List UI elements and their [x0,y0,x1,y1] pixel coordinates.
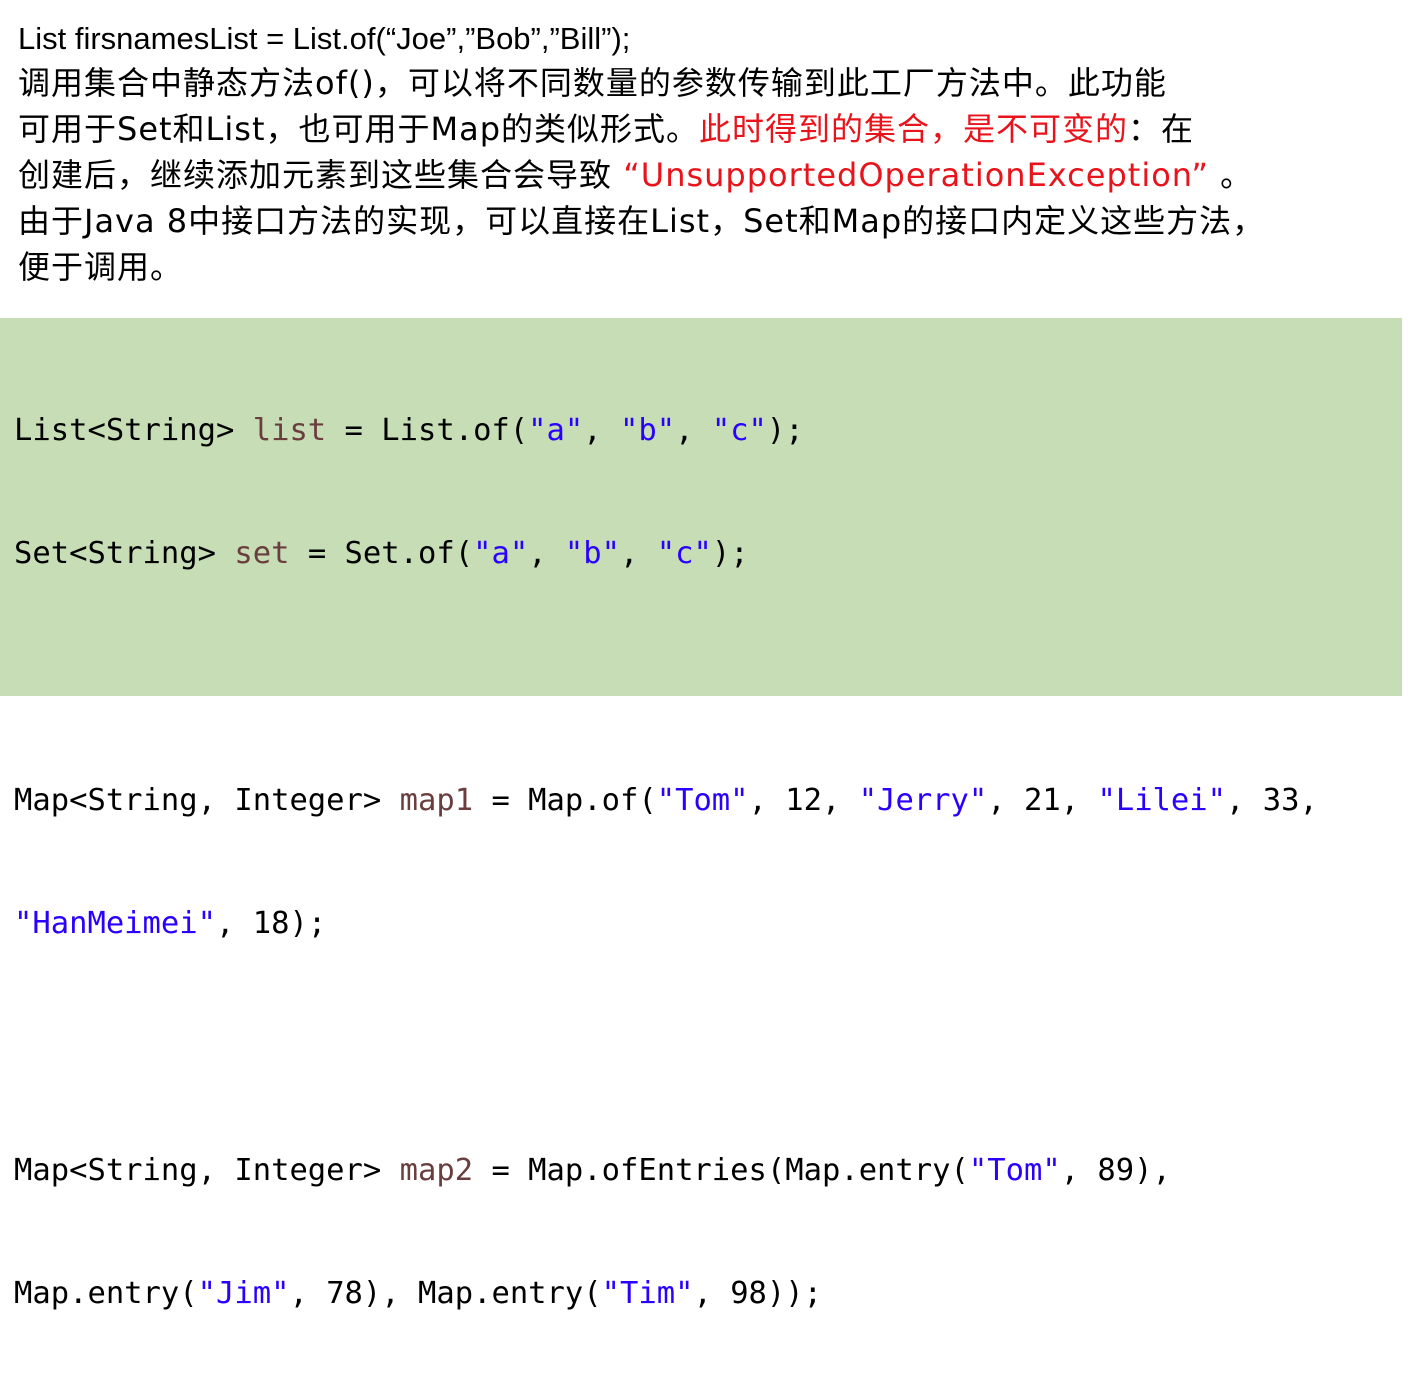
code-text: , 78), Map.entry( [289,1276,602,1311]
description-line-3: 创建后，继续添加元素到这些集合会导致 “UnsupportedOperation… [18,152,1418,198]
code-line-3: Map<String, Integer> map1 = Map.of("Tom"… [14,780,1318,821]
code-panel: List<String> list = List.of("a", "b", "c… [0,318,1402,1311]
code-text: , [675,413,712,448]
code-text: = Set.of( [289,536,474,571]
description-line-2: 可用于Set和List，也可用于Map的类似形式。此时得到的集合，是不可变的：在 [18,106,1418,152]
code-text: Map.entry( [14,1276,198,1311]
code-string: "Jerry" [858,783,988,818]
code-string: "Jim" [197,1276,290,1311]
code-text: List<String> [14,413,253,448]
code-variable: map2 [399,1153,474,1188]
description-line-1: 调用集合中静态方法of()，可以将不同数量的参数传输到此工厂方法中。此功能 [18,64,1167,102]
code-variable: set [234,536,290,571]
code-line-2: Set<String> set = Set.of("a", "b", "c"); [14,533,1318,574]
code-variable: map1 [399,783,474,818]
line3-prefix: 创建后，继续添加元素到这些集合会导致 [18,156,624,194]
code-text: Map<String, Integer> [14,783,400,818]
line3-suffix: 。 [1208,156,1254,194]
description-line-4: 由于Java 8中接口方法的实现，可以直接在List，Set和Map的接口内定义… [18,202,1266,240]
code-string: "a" [528,413,584,448]
code-text: , [583,413,620,448]
code-text: , 12, [748,783,859,818]
line2-prefix: 可用于Set和List，也可用于Map的类似形式。 [18,110,700,148]
code-text: = List.of( [326,413,529,448]
code-text: , [528,536,565,571]
code-line-6: Map.entry("Jim", 78), Map.entry("Tim", 9… [14,1273,1318,1314]
immutable-note: 此时得到的集合，是不可变的 [699,110,1129,148]
code-text: = Map.of( [473,783,657,818]
code-variable: list [252,413,327,448]
code-string: "Tom" [656,783,749,818]
exception-name: “UnsupportedOperationException” [623,156,1209,194]
code-text: Map<String, Integer> [14,1153,400,1188]
description-line-5: 便于调用。 [18,248,184,286]
code-line-4: "HanMeimei", 18); [14,903,1318,944]
code-line-5: Map<String, Integer> map2 = Map.ofEntrie… [14,1150,1318,1191]
code-text: , 89), [1060,1153,1171,1188]
code-string: "Tim" [601,1276,694,1311]
code-string: "b" [564,536,621,571]
code-string: "HanMeimei" [14,906,216,941]
line2-suffix: ：在 [1128,110,1195,148]
description-text: List firsnamesList = List.of(“Joe”,”Bob”… [18,18,1418,290]
code-text: , 33, [1226,783,1318,818]
code-text: ); [711,536,749,571]
code-text: ); [766,413,804,448]
code-string: "c" [656,536,712,571]
code-string: "Tom" [968,1153,1061,1188]
code-text: = Map.ofEntries(Map.entry( [473,1153,969,1188]
code-string: "a" [473,536,529,571]
code-line-1: List<String> list = List.of("a", "b", "c… [14,410,1318,451]
code-string: "c" [711,413,767,448]
code-text: Set<String> [14,536,235,571]
code-string: "b" [620,413,676,448]
example-code-line: List firsnamesList = List.of(“Joe”,”Bob”… [18,21,631,56]
code-text: , 98)); [693,1276,823,1311]
code-block: List<String> list = List.of("a", "b", "c… [14,328,1318,1392]
code-text: , 21, [987,783,1098,818]
code-text: , 18); [216,906,327,941]
code-text: , [620,536,657,571]
code-string: "Lilei" [1097,783,1227,818]
